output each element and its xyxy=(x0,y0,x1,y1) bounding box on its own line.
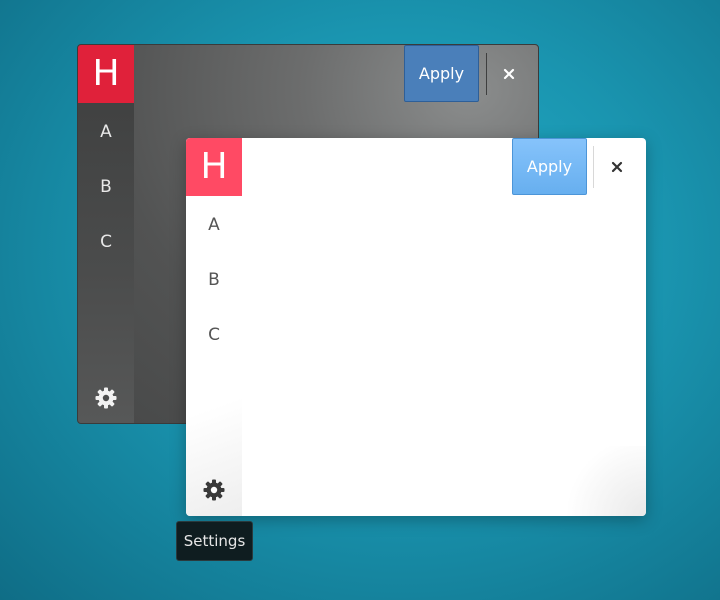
close-button[interactable] xyxy=(494,59,524,89)
app-logo: H xyxy=(186,138,242,196)
sidebar-item-c[interactable]: C xyxy=(78,222,134,262)
sidebar-item-c[interactable]: C xyxy=(186,315,242,355)
header-separator xyxy=(593,146,594,188)
close-icon xyxy=(611,161,623,173)
gear-icon[interactable] xyxy=(200,476,228,504)
close-icon xyxy=(503,68,515,80)
sidebar-item-a[interactable]: A xyxy=(78,112,134,152)
apply-button[interactable]: Apply xyxy=(512,138,587,195)
sidebar-item-b[interactable]: B xyxy=(186,260,242,300)
corner-shading xyxy=(556,446,646,516)
sidebar: H A B C xyxy=(186,138,242,516)
app-logo: H xyxy=(78,45,134,103)
light-window: H A B C Apply xyxy=(186,138,646,516)
settings-tooltip: Settings xyxy=(176,521,253,561)
sidebar-item-a[interactable]: A xyxy=(186,205,242,245)
sidebar: H A B C xyxy=(78,45,134,423)
close-button[interactable] xyxy=(602,152,632,182)
sidebar-item-b[interactable]: B xyxy=(78,167,134,207)
gear-icon[interactable] xyxy=(92,384,120,412)
header-separator xyxy=(486,53,487,95)
apply-button[interactable]: Apply xyxy=(404,45,479,102)
